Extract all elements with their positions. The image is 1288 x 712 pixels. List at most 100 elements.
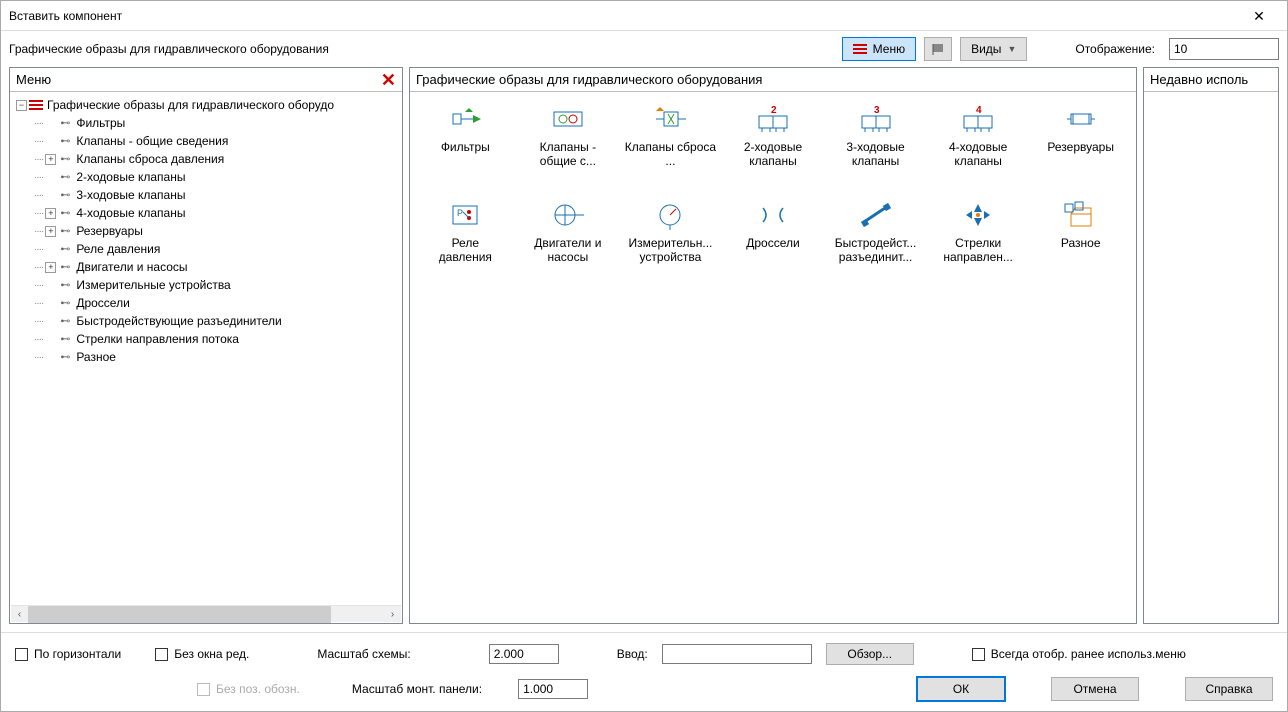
tree-item[interactable]: ····⊷Измерительные устройства xyxy=(12,276,400,294)
bottom-bar: По горизонтали Без окна ред. Масштаб схе… xyxy=(1,632,1287,711)
tree-expander-none xyxy=(45,190,56,201)
scroll-left-arrow-icon[interactable]: ‹ xyxy=(11,606,28,623)
cancel-button[interactable]: Отмена xyxy=(1051,677,1139,701)
tree-item[interactable]: ····+⊷Резервуары xyxy=(12,222,400,240)
tree-item[interactable]: ····⊷Реле давления xyxy=(12,240,400,258)
tree-item[interactable]: ····⊷Клапаны - общие сведения xyxy=(12,132,400,150)
tree-expander-expand-icon[interactable]: + xyxy=(45,262,56,273)
chevron-down-icon: ▼ xyxy=(1007,44,1016,54)
gallery-item[interactable]: 2 2-ходовыеклапаны xyxy=(724,102,823,188)
gallery-item[interactable]: Разное xyxy=(1031,198,1130,284)
ok-button[interactable]: ОК xyxy=(917,677,1005,701)
tree-item[interactable]: ····⊷Дроссели xyxy=(12,294,400,312)
gallery-item[interactable]: Измерительн...устройства xyxy=(621,198,720,284)
gallery-item[interactable]: 33-ходовыеклапаны xyxy=(826,102,925,188)
horizontal-checkbox[interactable]: По горизонтали xyxy=(15,647,121,661)
tree-node-icon: ⊷ xyxy=(58,190,72,201)
gallery-item[interactable]: Двигатели инасосы xyxy=(519,198,618,284)
tree-item-label: Резервуары xyxy=(74,224,143,238)
browse-button[interactable]: Обзор... xyxy=(826,643,914,665)
window-close-button[interactable]: ✕ xyxy=(1239,1,1279,31)
tree-item-label: Клапаны сброса давления xyxy=(74,152,224,166)
gallery-item[interactable]: Фильтры xyxy=(416,102,515,188)
gallery-item[interactable]: Резервуары xyxy=(1031,102,1130,188)
pressure-switch-icon: P xyxy=(445,198,485,232)
display-input[interactable] xyxy=(1169,38,1279,60)
filter-icon xyxy=(445,102,485,136)
gallery-item[interactable]: Клапаны сброса... xyxy=(621,102,720,188)
gallery-item-label: Разное xyxy=(1061,236,1101,250)
gallery-item-label: Клапаны сброса... xyxy=(625,140,716,168)
tree-expander-none xyxy=(45,298,56,309)
recent-panel: Недавно исполь xyxy=(1143,67,1279,624)
tree-expander-none xyxy=(45,334,56,345)
tree-guide: ···· xyxy=(34,118,43,129)
tree-item-label: Фильтры xyxy=(74,116,125,130)
tree-item[interactable]: ····+⊷4-ходовые клапаны xyxy=(12,204,400,222)
gallery-item[interactable]: Клапаны -общие с... xyxy=(519,102,618,188)
flag-button[interactable] xyxy=(924,37,952,61)
gallery-item[interactable]: Быстродейст...разъединит... xyxy=(826,198,925,284)
tree-scrollbar[interactable]: ‹ › xyxy=(11,605,401,622)
tree-expander-collapse-icon[interactable]: − xyxy=(16,100,27,111)
window-title: Вставить компонент xyxy=(9,1,122,31)
tree-item[interactable]: ····⊷Быстродействующие разъединители xyxy=(12,312,400,330)
views-button[interactable]: Виды ▼ xyxy=(960,37,1027,61)
tree-item[interactable]: ····⊷Стрелки направления потока xyxy=(12,330,400,348)
tree-panel: Меню ✕ − Графические образы для гидравли… xyxy=(9,67,403,624)
tree-panel-close[interactable]: ✕ xyxy=(381,71,396,89)
valve-3way-icon: 3 xyxy=(856,102,896,136)
tree-item[interactable]: ····+⊷Двигатели и насосы xyxy=(12,258,400,276)
flag-icon xyxy=(931,42,945,56)
svg-text:P: P xyxy=(457,208,463,218)
scrollbar-thumb[interactable] xyxy=(28,606,331,623)
tree[interactable]: − Графические образы для гидравлического… xyxy=(10,92,402,623)
tree-expander-none xyxy=(45,244,56,255)
gallery-panel-title: Графические образы для гидравлического о… xyxy=(416,72,1130,87)
gallery-item-label: 4-ходовыеклапаны xyxy=(949,140,1007,168)
motor-pump-icon xyxy=(548,198,588,232)
recent-empty xyxy=(1144,92,1278,623)
tree-expander-expand-icon[interactable]: + xyxy=(45,154,56,165)
tree-expander-none xyxy=(45,316,56,327)
tree-expander-expand-icon[interactable]: + xyxy=(45,208,56,219)
gallery-item-label: Резервуары xyxy=(1047,140,1114,154)
no-edit-window-checkbox[interactable]: Без окна ред. xyxy=(155,647,249,661)
always-show-checkbox[interactable]: Всегда отобр. ранее использ.меню xyxy=(972,647,1186,661)
tree-guide: ···· xyxy=(34,352,43,363)
tree-guide: ···· xyxy=(34,208,43,219)
menu-button[interactable]: Меню xyxy=(842,37,916,61)
tree-item[interactable]: ····⊷2-ходовые клапаны xyxy=(12,168,400,186)
gallery-item-label: 2-ходовыеклапаны xyxy=(744,140,802,168)
svg-text:2: 2 xyxy=(771,105,777,116)
tree-item[interactable]: ····⊷Разное xyxy=(12,348,400,366)
tree-item[interactable]: ····+⊷Клапаны сброса давления xyxy=(12,150,400,168)
gallery-item[interactable]: PРеледавления xyxy=(416,198,515,284)
tree-node-icon: ⊷ xyxy=(58,118,72,129)
help-button[interactable]: Справка xyxy=(1185,677,1273,701)
tree-item[interactable]: ····⊷3-ходовые клапаны xyxy=(12,186,400,204)
tree-item-label: Реле давления xyxy=(74,242,160,256)
svg-text:3: 3 xyxy=(874,105,880,116)
quick-conn-icon xyxy=(856,198,896,232)
tree-item-label: Разное xyxy=(74,350,116,364)
throttle-icon xyxy=(753,198,793,232)
gallery-item[interactable]: Стрелкинаправлен... xyxy=(929,198,1028,284)
tree-item[interactable]: ···· ⊷Фильтры xyxy=(12,114,400,132)
scroll-right-arrow-icon[interactable]: › xyxy=(384,606,401,623)
tree-item-label: Измерительные устройства xyxy=(74,278,230,292)
input-field[interactable] xyxy=(662,644,812,664)
tree-item-label: Дроссели xyxy=(74,296,129,310)
gallery-item[interactable]: 4 4-ходовыеклапаны xyxy=(929,102,1028,188)
tree-expander-expand-icon[interactable]: + xyxy=(45,226,56,237)
tree-root-label[interactable]: Графические образы для гидравлического о… xyxy=(45,98,334,112)
flow-arrow-icon xyxy=(958,198,998,232)
gallery-item-label: Двигатели инасосы xyxy=(534,236,601,264)
scale-scheme-input[interactable] xyxy=(489,644,559,664)
toolbar: Графические образы для гидравлического о… xyxy=(1,31,1287,67)
scale-panel-label: Масштаб монт. панели: xyxy=(352,682,482,696)
scale-panel-input[interactable] xyxy=(518,679,588,699)
gallery-item[interactable]: Дроссели xyxy=(724,198,823,284)
svg-text:4: 4 xyxy=(976,105,982,116)
reservoir-icon xyxy=(1061,102,1101,136)
